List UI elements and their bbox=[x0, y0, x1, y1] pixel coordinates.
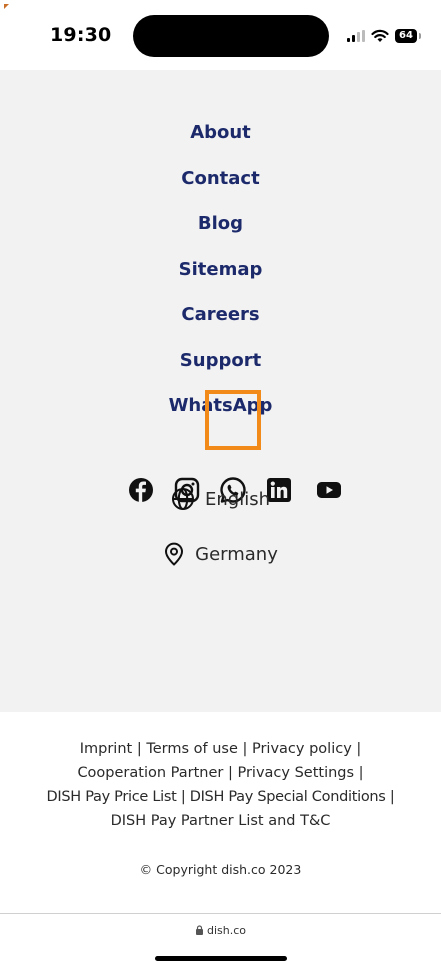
careers-link[interactable]: Careers bbox=[181, 299, 259, 331]
pay-price-list-link[interactable]: DISH Pay Price List bbox=[47, 789, 177, 805]
lock-icon bbox=[195, 925, 203, 935]
terms-link[interactable]: Terms of use bbox=[146, 741, 238, 757]
battery-icon: 64 bbox=[395, 29, 421, 43]
footer-link-item: Sitemap bbox=[0, 254, 441, 300]
pay-partner-list-link[interactable]: DISH Pay Partner List and T&C bbox=[111, 813, 331, 829]
url-bar[interactable]: dish.co bbox=[0, 924, 441, 937]
footer-link-item: Careers bbox=[0, 299, 441, 345]
legal-line: Cooperation Partner | Privacy Settings | bbox=[20, 761, 421, 785]
separator: | bbox=[358, 765, 364, 781]
whatsapp-highlight-box bbox=[205, 390, 261, 450]
privacy-settings-link[interactable]: Privacy Settings bbox=[237, 765, 354, 781]
footer-link-item: About bbox=[0, 117, 441, 163]
footer-links: About Contact Blog Sitemap Careers Suppo… bbox=[0, 117, 441, 436]
status-time: 19:30 bbox=[50, 24, 112, 46]
separator: | bbox=[136, 741, 142, 757]
legal-line: Imprint | Terms of use | Privacy policy … bbox=[20, 737, 421, 761]
pay-special-conditions-link[interactable]: DISH Pay Special Conditions bbox=[190, 789, 386, 805]
home-indicator bbox=[155, 956, 287, 961]
contact-link[interactable]: Contact bbox=[181, 163, 259, 195]
language-selector[interactable]: English bbox=[0, 487, 441, 511]
cooperation-partner-link[interactable]: Cooperation Partner bbox=[77, 765, 223, 781]
country-label: Germany bbox=[195, 543, 278, 565]
footer-link-item: Blog bbox=[0, 208, 441, 254]
status-bar: 19:30 64 bbox=[0, 0, 441, 70]
url-divider bbox=[0, 913, 441, 914]
separator: | bbox=[242, 741, 248, 757]
footer-link-item: Support bbox=[0, 345, 441, 391]
globe-icon bbox=[172, 488, 194, 510]
privacy-policy-link[interactable]: Privacy policy bbox=[252, 741, 352, 757]
copyright: © Copyright dish.co 2023 bbox=[139, 862, 302, 877]
dynamic-island bbox=[133, 15, 329, 57]
separator: | bbox=[389, 789, 395, 805]
separator: | bbox=[227, 765, 233, 781]
footer-link-item: Contact bbox=[0, 163, 441, 209]
status-icons: 64 bbox=[347, 28, 421, 44]
url-domain: dish.co bbox=[206, 924, 246, 937]
signal-icon bbox=[347, 30, 365, 42]
separator: | bbox=[356, 741, 362, 757]
location-pin-icon bbox=[165, 542, 184, 566]
support-link[interactable]: Support bbox=[180, 345, 261, 377]
language-label: English bbox=[205, 488, 270, 510]
legal-line: DISH Pay Price List | DISH Pay Special C… bbox=[20, 785, 421, 809]
about-link[interactable]: About bbox=[190, 117, 251, 149]
sitemap-link[interactable]: Sitemap bbox=[179, 254, 263, 286]
legal-links: Imprint | Terms of use | Privacy policy … bbox=[20, 737, 421, 833]
imprint-link[interactable]: Imprint bbox=[80, 741, 132, 757]
separator: | bbox=[180, 789, 186, 805]
blog-link[interactable]: Blog bbox=[198, 208, 243, 240]
country-selector[interactable]: Germany bbox=[0, 542, 441, 566]
corner-mark bbox=[4, 4, 9, 9]
legal-line: DISH Pay Partner List and T&C bbox=[20, 809, 421, 833]
wifi-icon bbox=[371, 29, 389, 42]
